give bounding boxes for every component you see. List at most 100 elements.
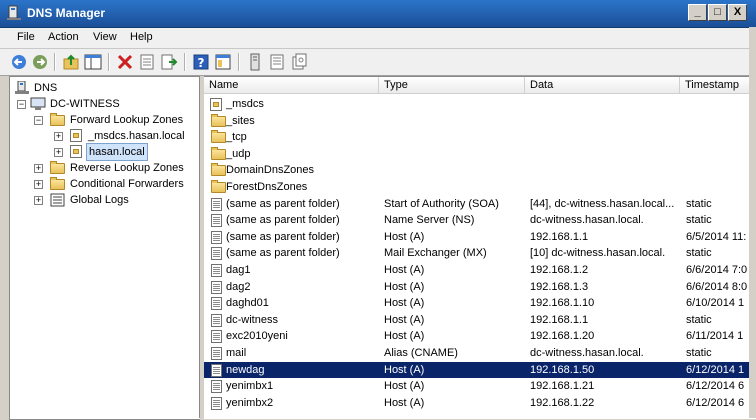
back-icon[interactable]: [10, 53, 28, 71]
expand-icon[interactable]: +: [54, 132, 63, 141]
cell-timestamp: 6/11/2014 1: [686, 330, 744, 343]
table-row[interactable]: newdag Host (A) 192.168.1.50 6/12/2014 1: [204, 361, 756, 378]
cell-name: dag2: [226, 280, 251, 293]
column-header-timestamp[interactable]: Timestamp: [680, 77, 756, 94]
cell-data: [44], dc-witness.hasan.local...: [530, 197, 675, 210]
tree-node-global-logs[interactable]: + Global Logs: [14, 192, 194, 208]
cell-data: 192.168.1.10: [530, 297, 595, 310]
record-icon: [211, 297, 222, 311]
table-row[interactable]: ForestDnsZones: [204, 179, 756, 195]
column-header-name[interactable]: Name: [204, 77, 379, 94]
cell-name: exc2010yeni: [226, 330, 288, 343]
table-row[interactable]: yenimbx2 Host (A) 192.168.1.22 6/12/2014 6: [204, 395, 756, 411]
table-row[interactable]: (same as parent folder) Host (A) 192.168.1…: [204, 229, 756, 245]
folder-icon: [211, 146, 226, 160]
cell-timestamp: 6/12/2014 6: [686, 396, 745, 409]
table-row[interactable]: (same as parent folder) Start of Authorit…: [204, 196, 756, 212]
tree-label-hasan-local: hasan.local: [86, 143, 148, 161]
show-hide-tree-icon[interactable]: [84, 53, 102, 71]
list-icon[interactable]: [268, 53, 286, 71]
table-row[interactable]: dag1 Host (A) 192.168.1.2 6/6/2014 7:0: [204, 262, 756, 278]
cell-timestamp: static: [686, 347, 712, 359]
title-bar: DNS Manager _ □ X: [0, 0, 756, 28]
expand-icon[interactable]: +: [34, 180, 43, 189]
table-row[interactable]: _udp: [204, 146, 756, 162]
cell-type: Host (A): [384, 297, 425, 310]
collapse-icon[interactable]: −: [34, 116, 43, 125]
table-row[interactable]: yenimbx1 Host (A) 192.168.1.21 6/12/2014 6: [204, 378, 756, 394]
expand-icon[interactable]: +: [34, 196, 43, 205]
up-icon[interactable]: [62, 53, 80, 71]
help-icon[interactable]: ?: [192, 53, 210, 71]
dns-manager-icon: [7, 5, 21, 20]
cell-data: 192.168.1.50: [530, 363, 595, 376]
menu-file[interactable]: File: [17, 31, 35, 43]
delete-icon[interactable]: [116, 53, 134, 71]
tree-node-server[interactable]: − DC-WITNESS: [14, 96, 194, 112]
cell-name: yenimbx1: [226, 380, 274, 393]
cell-name: (same as parent folder): [226, 230, 340, 243]
expand-icon[interactable]: +: [34, 164, 43, 173]
table-row[interactable]: mail Alias (CNAME) dc-witness.hasan.local.…: [204, 345, 756, 361]
column-header-data[interactable]: Data: [525, 77, 680, 94]
cell-name: DomainDnsZones: [226, 164, 315, 177]
record-icon: [211, 380, 222, 394]
table-row[interactable]: _msdcs: [204, 96, 756, 112]
cell-type: Host (A): [384, 230, 425, 243]
folder-icon: [50, 161, 65, 174]
properties-icon[interactable]: [138, 53, 156, 71]
tree-node-conditional-forwarders[interactable]: + Conditional Forwarders: [14, 176, 194, 192]
cell-name: _udp: [226, 147, 251, 160]
cell-data: 192.168.1.1: [530, 230, 589, 243]
menu-view[interactable]: View: [93, 31, 117, 43]
close-button[interactable]: X: [728, 4, 747, 21]
table-row[interactable]: exc2010yeni Host (A) 192.168.1.20 6/11/2014…: [204, 328, 756, 344]
dns-root-icon: [15, 81, 29, 94]
menu-action[interactable]: Action: [48, 31, 79, 43]
table-row[interactable]: _sites: [204, 113, 756, 129]
toolbar-separator: [238, 53, 240, 71]
cell-name: daghd01: [226, 297, 269, 310]
console-icon[interactable]: [214, 53, 232, 71]
table-row[interactable]: DomainDnsZones: [204, 162, 756, 178]
column-header-type[interactable]: Type: [379, 77, 525, 94]
expand-icon[interactable]: +: [54, 148, 63, 157]
cell-timestamp: 6/5/2014 11:: [686, 230, 747, 243]
cell-data: 192.168.1.2: [530, 264, 589, 276]
tree-node-reverse-zones[interactable]: + Reverse Lookup Zones: [14, 160, 194, 176]
table-row[interactable]: dag2 Host (A) 192.168.1.3 6/6/2014 8:0: [204, 279, 756, 295]
minimize-button[interactable]: _: [688, 4, 707, 21]
tree-label-reverse: Reverse Lookup Zones: [70, 162, 184, 174]
server-icon: [30, 97, 46, 110]
server-icon[interactable]: [246, 53, 264, 71]
table-row[interactable]: (same as parent folder) Name Server (NS) d…: [204, 212, 756, 228]
record-icon: [211, 347, 222, 360]
tree-node-msdcs-zone[interactable]: + _msdcs.hasan.local: [14, 128, 194, 144]
forward-icon[interactable]: [31, 53, 49, 71]
tree-label-conditional: Conditional Forwarders: [70, 178, 184, 190]
table-row[interactable]: (same as parent folder) Mail Exchanger (M…: [204, 245, 756, 261]
menu-help[interactable]: Help: [130, 31, 153, 43]
collapse-icon[interactable]: −: [17, 100, 26, 109]
tree-node-dns[interactable]: DNS: [14, 80, 194, 96]
cell-type: Host (A): [384, 264, 425, 276]
cell-timestamp: static: [686, 214, 712, 227]
cell-name: ForestDnsZones: [226, 181, 308, 193]
maximize-button[interactable]: □: [708, 4, 727, 21]
export-icon[interactable]: [160, 53, 178, 71]
cell-type: Start of Authority (SOA): [384, 197, 499, 210]
table-row[interactable]: dc-witness Host (A) 192.168.1.1 static: [204, 312, 756, 328]
toolbar-separator: [108, 53, 110, 71]
tree-node-hasan-local[interactable]: + hasan.local: [14, 143, 194, 161]
logs-icon: [50, 193, 65, 207]
folder-icon: [211, 113, 226, 127]
toolbar: ?: [0, 49, 756, 76]
folder-icon: [50, 177, 65, 190]
table-row[interactable]: _tcp: [204, 129, 756, 145]
tree-node-forward-zones[interactable]: − Forward Lookup Zones: [14, 112, 194, 128]
cell-data: [10] dc-witness.hasan.local.: [530, 247, 666, 260]
table-row[interactable]: daghd01 Host (A) 192.168.1.10 6/10/2014 1: [204, 295, 756, 311]
refresh-icon[interactable]: [290, 53, 308, 71]
cell-timestamp: 6/10/2014 1: [686, 297, 745, 310]
cell-type: Host (A): [384, 396, 425, 409]
